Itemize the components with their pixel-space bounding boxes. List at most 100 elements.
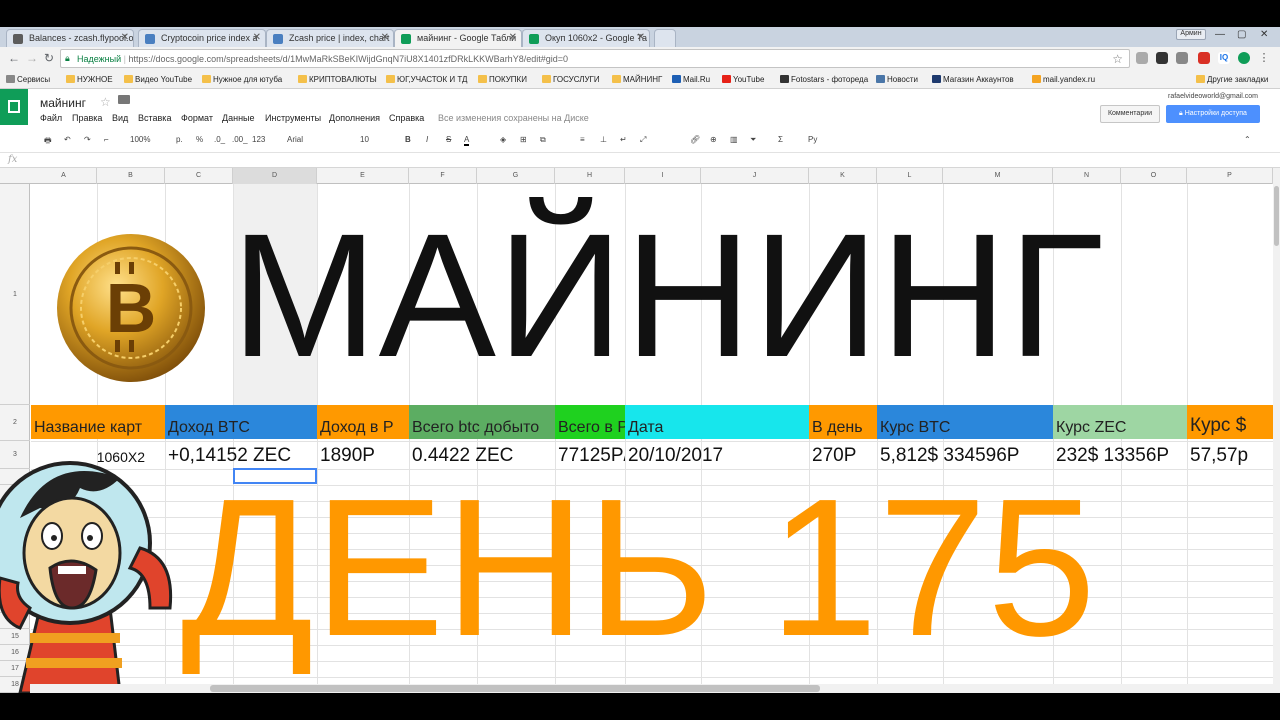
menu-edit[interactable]: Правка xyxy=(72,113,102,123)
extension-icon[interactable] xyxy=(1136,52,1148,64)
scrollbar-thumb[interactable] xyxy=(1274,186,1279,246)
column-header[interactable]: J xyxy=(701,168,809,184)
bookmark-item[interactable]: КРИПТОВАЛЮТЫ xyxy=(298,75,377,84)
column-header[interactable]: K xyxy=(809,168,877,184)
italic-button[interactable]: I xyxy=(426,135,428,144)
header-cell[interactable]: Доход в Р xyxy=(317,405,409,439)
functions-button[interactable]: Σ xyxy=(778,135,783,144)
column-header[interactable]: L xyxy=(877,168,943,184)
column-header[interactable]: F xyxy=(409,168,477,184)
extension-icon[interactable] xyxy=(1156,52,1168,64)
menu-view[interactable]: Вид xyxy=(112,113,128,123)
cell-area[interactable]: Название карт Доход BTC Доход в Р Всего btc… xyxy=(31,184,1273,693)
column-header[interactable]: C xyxy=(165,168,233,184)
share-button[interactable]: 🔒︎ Настройки доступа xyxy=(1166,105,1260,123)
forward-icon[interactable]: → xyxy=(26,51,38,65)
align-left-icon[interactable]: ≡ xyxy=(580,135,585,144)
new-tab-button[interactable] xyxy=(654,29,676,47)
text-color-button[interactable]: A xyxy=(464,135,470,146)
tab-mining-sheet[interactable]: майнинг - Google Табли ✕ xyxy=(394,29,522,47)
table-cell[interactable]: 57,57р xyxy=(1187,441,1273,469)
bookmark-item[interactable]: Видео YouTube xyxy=(124,75,192,84)
iq-extension-icon[interactable]: IQ xyxy=(1218,52,1230,64)
bookmark-item[interactable]: ГОСУСЛУГИ xyxy=(542,75,600,84)
font-select[interactable]: Arial xyxy=(287,135,303,144)
extension-icon[interactable] xyxy=(1176,52,1188,64)
profile-button[interactable]: Армин xyxy=(1176,29,1206,40)
column-header[interactable]: E xyxy=(317,168,409,184)
reload-icon[interactable]: ↻ xyxy=(44,51,54,65)
back-icon[interactable]: ← xyxy=(8,51,20,65)
merge-cells-icon[interactable]: ⧉ xyxy=(540,135,546,145)
bookmark-item[interactable]: НУЖНОЕ xyxy=(66,75,113,84)
close-icon[interactable]: ✕ xyxy=(381,32,389,43)
folder-icon[interactable] xyxy=(118,95,130,104)
tab-balances[interactable]: Balances - zcash.flypool.o ✕ xyxy=(6,29,134,47)
header-cell[interactable]: Название карт xyxy=(31,405,165,439)
column-header[interactable]: B xyxy=(97,168,165,184)
menu-help[interactable]: Справка xyxy=(389,113,424,123)
close-icon[interactable]: ✕ xyxy=(509,32,517,43)
tab-zcash-price[interactable]: Zcash price | index, chart ✕ xyxy=(266,29,394,47)
column-header[interactable]: D xyxy=(233,168,317,184)
column-header[interactable]: H xyxy=(555,168,625,184)
menu-data[interactable]: Данные xyxy=(222,113,255,123)
menu-insert[interactable]: Вставка xyxy=(138,113,171,123)
row-header[interactable]: 2 xyxy=(0,405,30,441)
borders-icon[interactable]: ⊞ xyxy=(520,135,527,144)
column-header[interactable]: G xyxy=(477,168,555,184)
font-size-select[interactable]: 10 xyxy=(360,135,369,144)
header-cell[interactable]: Курс ZEC xyxy=(1053,405,1187,439)
menu-file[interactable]: Файл xyxy=(40,113,62,123)
menu-format[interactable]: Формат xyxy=(181,113,213,123)
collapse-menu-icon[interactable]: ⌃ xyxy=(1244,135,1251,144)
bookmark-item[interactable]: Fotostars - фотореда xyxy=(780,75,868,84)
bookmark-item[interactable]: Магазин Аккаунтов xyxy=(932,75,1014,84)
paint-format-icon[interactable]: ⌐ xyxy=(104,135,109,144)
scrollbar-thumb[interactable] xyxy=(210,685,820,692)
redo-icon[interactable]: ↷ xyxy=(84,135,91,144)
menu-dots-icon[interactable]: ⋮ xyxy=(1258,52,1270,64)
column-header[interactable]: P xyxy=(1187,168,1273,184)
star-icon[interactable]: ☆ xyxy=(100,95,111,109)
insert-link-icon[interactable]: 🔗︎ xyxy=(690,135,700,144)
other-bookmarks[interactable]: Другие закладки xyxy=(1196,75,1268,84)
header-cell[interactable]: Всего в Р(за всё) xyxy=(555,405,625,439)
column-header[interactable]: N xyxy=(1053,168,1121,184)
percent-format-button[interactable]: % xyxy=(196,135,203,144)
extension-icon[interactable] xyxy=(1198,52,1210,64)
bookmark-item[interactable]: МАЙНИНГ xyxy=(612,75,662,84)
formula-bar[interactable]: fx xyxy=(0,153,1280,168)
bookmark-item[interactable]: Нужное для ютуба xyxy=(202,75,282,84)
menu-tools[interactable]: Инструменты xyxy=(265,113,321,123)
bookmark-item[interactable]: mail.yandex.ru xyxy=(1032,75,1095,84)
column-header[interactable]: I xyxy=(625,168,701,184)
zoom-select[interactable]: 100% xyxy=(130,135,150,144)
increase-decimal-button[interactable]: .00_ xyxy=(232,135,248,144)
strikethrough-button[interactable]: S xyxy=(446,135,451,144)
menu-addons[interactable]: Дополнения xyxy=(329,113,380,123)
bookmark-item[interactable]: YouTube xyxy=(722,75,764,84)
close-window-icon[interactable]: ✕ xyxy=(1260,29,1268,40)
row-header[interactable]: 1 xyxy=(0,184,30,405)
minimize-icon[interactable]: — xyxy=(1215,29,1225,40)
header-cell[interactable]: Курс BTC xyxy=(877,405,1053,439)
column-header[interactable]: O xyxy=(1121,168,1187,184)
account-email[interactable]: rafaelvideoworld@gmail.com xyxy=(1168,93,1258,100)
tab-okup-sheet[interactable]: Окуп 1060х2 - Google Та ✕ xyxy=(522,29,650,47)
filter-icon[interactable]: ⏷ xyxy=(750,135,756,145)
input-tools-button[interactable]: Ру xyxy=(808,135,817,144)
comments-button[interactable]: Комментарии xyxy=(1100,105,1160,123)
undo-icon[interactable]: ↶ xyxy=(64,135,71,144)
decrease-decimal-button[interactable]: .0_ xyxy=(214,135,225,144)
text-rotation-icon[interactable]: ⤢ xyxy=(640,135,646,145)
more-formats-button[interactable]: 123 xyxy=(252,135,265,144)
document-title[interactable]: майнинг xyxy=(40,96,86,110)
bookmark-star-icon[interactable]: ☆ xyxy=(1112,52,1123,66)
bookmark-item[interactable]: ЮГ,УЧАСТОК И ТД xyxy=(386,75,467,84)
column-header[interactable]: M xyxy=(943,168,1053,184)
print-icon[interactable]: 🖶︎ xyxy=(44,135,52,149)
bookmark-item[interactable]: Новости xyxy=(876,75,918,84)
bold-button[interactable]: B xyxy=(405,135,411,144)
header-cell[interactable]: Курс $ xyxy=(1187,405,1273,439)
